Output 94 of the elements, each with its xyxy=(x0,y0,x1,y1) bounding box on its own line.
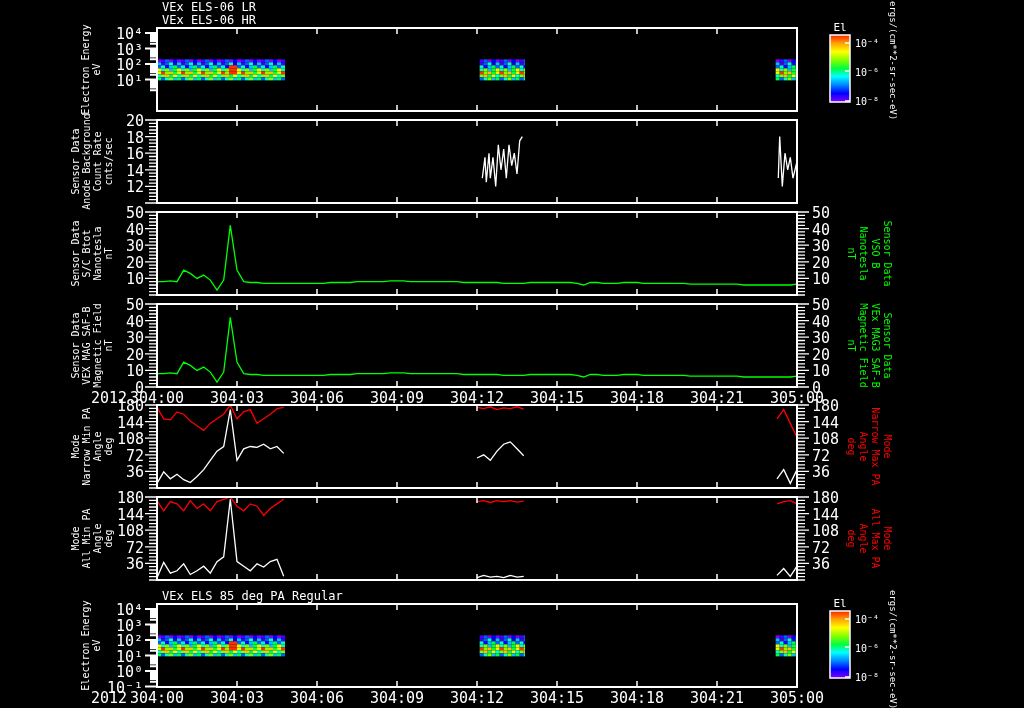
y-axis-label: Electron Energy eV xyxy=(80,600,102,691)
y-tick-label: 144 xyxy=(812,505,840,524)
colorbar-unit-label: ergs/(cm**2-sr-sec-eV) xyxy=(888,590,898,708)
y-tick-label: 50 xyxy=(812,204,831,222)
y-tick-label: 30 xyxy=(125,329,144,348)
x-tick-label: 304:12 xyxy=(449,389,505,407)
y-tick-label: 18 xyxy=(125,128,144,147)
plot-title: VEx ELS-06 HR xyxy=(162,13,256,27)
x-tick-label: 304:18 xyxy=(609,689,665,707)
y-tick-label: 20 xyxy=(812,253,831,272)
y-axis-label: Sensor Data VEX MAG SAF-B Magnetic Field nT xyxy=(70,303,114,388)
y-tick-label: 16 xyxy=(125,145,144,164)
y-tick-label: 144 xyxy=(116,505,144,524)
y-tick-label: 180 xyxy=(116,489,144,507)
colorbar-tick-label: 10⁻⁴ xyxy=(855,614,880,625)
y-tick-label: 10⁴ xyxy=(115,601,143,619)
y-tick-label: 180 xyxy=(812,489,840,507)
colorbar-title: El xyxy=(833,21,847,34)
x-tick-label: 304:06 xyxy=(289,389,345,407)
y-tick-label: 50 xyxy=(125,296,144,314)
y-tick-label: 144 xyxy=(116,413,144,432)
y-tick-label: 10² xyxy=(115,56,143,74)
y-axis-label: Mode All Min PA Angle deg xyxy=(70,508,114,569)
y-tick-label: 36 xyxy=(125,463,144,482)
y-tick-label: 30 xyxy=(812,329,831,348)
y-tick-label: 50 xyxy=(125,204,144,222)
y-axis-label: Sensor Data Anode Background Count Rate cnts/sec xyxy=(70,113,114,210)
x-tick-label: 304:15 xyxy=(529,389,585,407)
x-tick-label: 304:06 xyxy=(289,689,345,707)
y-tick-label: 40 xyxy=(125,312,144,331)
colorbar-unit-label: ergs/(cm**2-sr-sec-eV) xyxy=(888,1,898,121)
y-tick-label: 108 xyxy=(812,522,840,541)
y-tick-label: 10³ xyxy=(115,616,143,635)
colorbar xyxy=(829,610,851,679)
y-tick-label: 36 xyxy=(812,463,831,482)
y-axis-label: Mode Narrow Max PA Angle deg xyxy=(846,407,893,486)
x-tick-label: 304:21 xyxy=(689,389,745,407)
y-axis-label: Mode All Max PA Angle deg xyxy=(846,508,893,569)
y-tick-label: 12 xyxy=(125,178,144,197)
y-axis-label: Sensor Data S/C Btot Nanotesla nT xyxy=(70,220,114,287)
colorbar-tick-label: 10⁻⁴ xyxy=(855,38,880,49)
y-tick-label: 20 xyxy=(125,112,144,130)
y-axis-label: Electron Energy eV xyxy=(80,24,102,115)
x-tick-label: 304:12 xyxy=(449,689,505,707)
colorbar-tick-label: 10⁻⁶ xyxy=(855,67,880,78)
y-tick-label: 10 xyxy=(812,270,831,289)
y-tick-label: 144 xyxy=(812,413,840,432)
y-tick-label: 40 xyxy=(812,312,831,331)
colorbar-tick-label: 10⁻⁸ xyxy=(855,672,880,683)
y-tick-label: 10 xyxy=(125,362,144,381)
y-tick-label: 72 xyxy=(125,538,144,557)
y-tick-label: 108 xyxy=(116,430,144,449)
y-axis-label: Sensor Data VSO B Nanotesla nT xyxy=(846,220,893,287)
x-tick-label: 305:00 xyxy=(769,689,825,707)
y-tick-label: 72 xyxy=(812,446,831,465)
y-tick-label: 10 xyxy=(125,270,144,289)
y-tick-label: 10² xyxy=(115,632,143,650)
y-tick-label: 10⁴ xyxy=(115,25,143,43)
plot-title: VEx ELS 85 deg PA Regular xyxy=(162,589,343,603)
y-tick-label: 10⁰ xyxy=(115,663,143,681)
y-tick-label: 72 xyxy=(812,538,831,557)
y-tick-label: 40 xyxy=(812,220,831,239)
plot-title: VEx ELS-06 LR xyxy=(162,0,256,14)
colorbar xyxy=(829,34,851,103)
x-tick-label: 304:09 xyxy=(369,689,425,707)
y-tick-label: 108 xyxy=(812,430,840,449)
y-tick-label: 10¹ xyxy=(115,647,143,666)
y-tick-label: 50 xyxy=(812,296,831,314)
y-tick-label: 20 xyxy=(812,345,831,364)
colorbar-tick-label: 10⁻⁸ xyxy=(855,96,880,107)
y-tick-label: 14 xyxy=(125,161,144,180)
y-axis-label: Sensor Data VEx MAG3 SAF-B Magnetic Field nT xyxy=(846,303,893,388)
y-tick-label: 30 xyxy=(812,237,831,256)
y-tick-label: 36 xyxy=(812,555,831,574)
x-tick-label: 304:15 xyxy=(529,689,585,707)
x-tick-label: 304:21 xyxy=(689,689,745,707)
y-tick-label: 20 xyxy=(125,345,144,364)
y-tick-label: 72 xyxy=(125,446,144,465)
colorbar-title: El xyxy=(833,597,847,610)
y-tick-label: 36 xyxy=(125,555,144,574)
y-tick-label: 20 xyxy=(125,253,144,272)
colorbar-tick-label: 10⁻⁶ xyxy=(855,643,880,654)
y-tick-label: 40 xyxy=(125,220,144,239)
y-tick-label: 108 xyxy=(116,522,144,541)
x-tick-label: 304:09 xyxy=(369,389,425,407)
x-tick-label: 304:03 xyxy=(209,689,265,707)
x-tick-label: 304:03 xyxy=(209,389,265,407)
y-axis-label: Mode Narrow Min PA Angle deg xyxy=(70,407,114,486)
y-tick-label: 10¹ xyxy=(115,71,143,90)
x-tick-label: 304:18 xyxy=(609,389,665,407)
y-axis-ticks xyxy=(144,32,158,92)
y-tick-label: 10 xyxy=(812,362,831,381)
y-tick-label: 10³ xyxy=(115,40,143,59)
y-tick-label: 30 xyxy=(125,237,144,256)
